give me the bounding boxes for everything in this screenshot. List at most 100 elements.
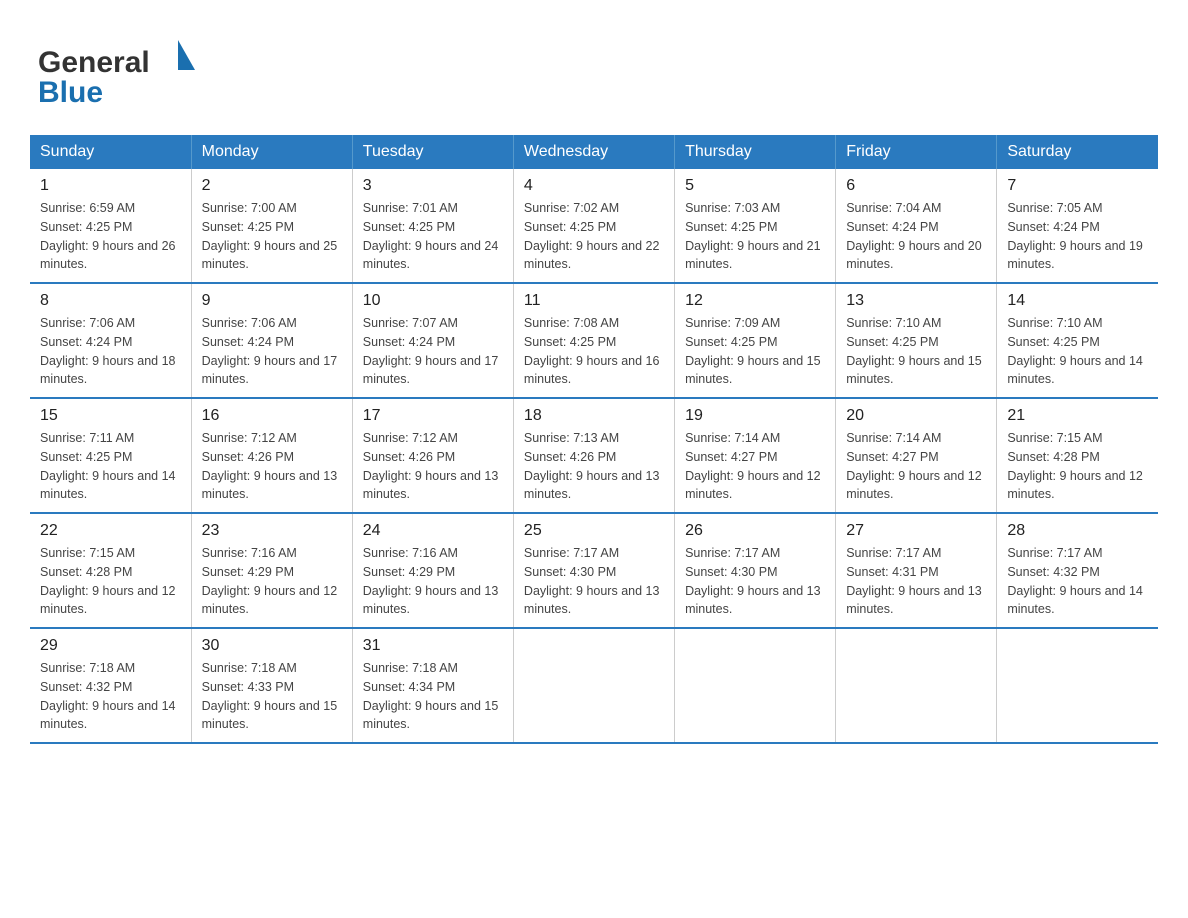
calendar-cell: 5 Sunrise: 7:03 AMSunset: 4:25 PMDaylight… <box>675 169 836 283</box>
weekday-header-monday: Monday <box>191 135 352 169</box>
calendar-cell: 28 Sunrise: 7:17 AMSunset: 4:32 PMDayligh… <box>997 513 1158 628</box>
day-number: 13 <box>846 292 986 310</box>
day-number: 14 <box>1007 292 1148 310</box>
calendar-cell <box>836 628 997 743</box>
weekday-header-wednesday: Wednesday <box>513 135 674 169</box>
calendar-cell: 22 Sunrise: 7:15 AMSunset: 4:28 PMDayligh… <box>30 513 191 628</box>
day-info: Sunrise: 7:12 AMSunset: 4:26 PMDaylight:… <box>363 429 503 504</box>
calendar-cell: 13 Sunrise: 7:10 AMSunset: 4:25 PMDayligh… <box>836 283 997 398</box>
page-header: General Blue <box>30 20 1158 115</box>
day-info: Sunrise: 7:06 AMSunset: 4:24 PMDaylight:… <box>40 314 181 389</box>
calendar-cell: 30 Sunrise: 7:18 AMSunset: 4:33 PMDayligh… <box>191 628 352 743</box>
day-number: 12 <box>685 292 825 310</box>
calendar-cell: 9 Sunrise: 7:06 AMSunset: 4:24 PMDaylight… <box>191 283 352 398</box>
calendar-table: SundayMondayTuesdayWednesdayThursdayFrid… <box>30 135 1158 744</box>
calendar-cell: 6 Sunrise: 7:04 AMSunset: 4:24 PMDaylight… <box>836 169 997 283</box>
calendar-cell: 7Sunrise: 7:05 AMSunset: 4:24 PMDaylight… <box>997 169 1158 283</box>
calendar-cell: 3 Sunrise: 7:01 AMSunset: 4:25 PMDaylight… <box>352 169 513 283</box>
day-info: Sunrise: 7:16 AMSunset: 4:29 PMDaylight:… <box>363 544 503 619</box>
day-number: 31 <box>363 637 503 655</box>
day-info: Sunrise: 7:06 AMSunset: 4:24 PMDaylight:… <box>202 314 342 389</box>
svg-text:Blue: Blue <box>38 76 103 109</box>
calendar-cell: 26 Sunrise: 7:17 AMSunset: 4:30 PMDayligh… <box>675 513 836 628</box>
day-number: 4 <box>524 177 664 195</box>
day-number: 9 <box>202 292 342 310</box>
day-info: Sunrise: 7:04 AMSunset: 4:24 PMDaylight:… <box>846 199 986 274</box>
calendar-week-row: 15 Sunrise: 7:11 AMSunset: 4:25 PMDayligh… <box>30 398 1158 513</box>
weekday-header-friday: Friday <box>836 135 997 169</box>
svg-text:General: General <box>38 46 150 79</box>
weekday-header-sunday: Sunday <box>30 135 191 169</box>
calendar-cell: 20Sunrise: 7:14 AMSunset: 4:27 PMDayligh… <box>836 398 997 513</box>
day-number: 25 <box>524 522 664 540</box>
day-info: Sunrise: 7:17 AMSunset: 4:30 PMDaylight:… <box>685 544 825 619</box>
calendar-cell <box>997 628 1158 743</box>
day-number: 29 <box>40 637 181 655</box>
day-number: 3 <box>363 177 503 195</box>
day-number: 6 <box>846 177 986 195</box>
calendar-cell: 12 Sunrise: 7:09 AMSunset: 4:25 PMDayligh… <box>675 283 836 398</box>
day-info: Sunrise: 7:07 AMSunset: 4:24 PMDaylight:… <box>363 314 503 389</box>
calendar-cell: 31 Sunrise: 7:18 AMSunset: 4:34 PMDayligh… <box>352 628 513 743</box>
calendar-cell: 15 Sunrise: 7:11 AMSunset: 4:25 PMDayligh… <box>30 398 191 513</box>
day-number: 1 <box>40 177 181 195</box>
day-number: 26 <box>685 522 825 540</box>
day-info: Sunrise: 7:02 AMSunset: 4:25 PMDaylight:… <box>524 199 664 274</box>
day-number: 7 <box>1007 177 1148 195</box>
calendar-cell: 18 Sunrise: 7:13 AMSunset: 4:26 PMDayligh… <box>513 398 674 513</box>
weekday-header-row: SundayMondayTuesdayWednesdayThursdayFrid… <box>30 135 1158 169</box>
calendar-cell: 19 Sunrise: 7:14 AMSunset: 4:27 PMDayligh… <box>675 398 836 513</box>
calendar-cell: 14 Sunrise: 7:10 AMSunset: 4:25 PMDayligh… <box>997 283 1158 398</box>
day-info: Sunrise: 7:10 AMSunset: 4:25 PMDaylight:… <box>1007 314 1148 389</box>
day-info: Sunrise: 7:01 AMSunset: 4:25 PMDaylight:… <box>363 199 503 274</box>
logo: General Blue <box>30 30 215 115</box>
calendar-cell: 4 Sunrise: 7:02 AMSunset: 4:25 PMDaylight… <box>513 169 674 283</box>
day-info: Sunrise: 7:09 AMSunset: 4:25 PMDaylight:… <box>685 314 825 389</box>
day-number: 19 <box>685 407 825 425</box>
calendar-week-row: 29 Sunrise: 7:18 AMSunset: 4:32 PMDayligh… <box>30 628 1158 743</box>
day-number: 5 <box>685 177 825 195</box>
day-info: Sunrise: 7:15 AMSunset: 4:28 PMDaylight:… <box>40 544 181 619</box>
day-info: Sunrise: 7:12 AMSunset: 4:26 PMDaylight:… <box>202 429 342 504</box>
calendar-cell: 2Sunrise: 7:00 AMSunset: 4:25 PMDaylight… <box>191 169 352 283</box>
calendar-cell: 24 Sunrise: 7:16 AMSunset: 4:29 PMDayligh… <box>352 513 513 628</box>
day-number: 30 <box>202 637 342 655</box>
day-info: Sunrise: 7:16 AMSunset: 4:29 PMDaylight:… <box>202 544 342 619</box>
calendar-cell: 21Sunrise: 7:15 AMSunset: 4:28 PMDayligh… <box>997 398 1158 513</box>
day-number: 23 <box>202 522 342 540</box>
day-number: 28 <box>1007 522 1148 540</box>
day-number: 15 <box>40 407 181 425</box>
day-number: 11 <box>524 292 664 310</box>
day-info: Sunrise: 6:59 AMSunset: 4:25 PMDaylight:… <box>40 199 181 274</box>
day-info: Sunrise: 7:14 AMSunset: 4:27 PMDaylight:… <box>685 429 825 504</box>
day-info: Sunrise: 7:10 AMSunset: 4:25 PMDaylight:… <box>846 314 986 389</box>
day-number: 17 <box>363 407 503 425</box>
calendar-cell: 25 Sunrise: 7:17 AMSunset: 4:30 PMDayligh… <box>513 513 674 628</box>
day-number: 2 <box>202 177 342 195</box>
calendar-cell: 29 Sunrise: 7:18 AMSunset: 4:32 PMDayligh… <box>30 628 191 743</box>
day-number: 21 <box>1007 407 1148 425</box>
day-info: Sunrise: 7:17 AMSunset: 4:31 PMDaylight:… <box>846 544 986 619</box>
calendar-week-row: 22 Sunrise: 7:15 AMSunset: 4:28 PMDayligh… <box>30 513 1158 628</box>
day-info: Sunrise: 7:18 AMSunset: 4:33 PMDaylight:… <box>202 659 342 734</box>
day-info: Sunrise: 7:13 AMSunset: 4:26 PMDaylight:… <box>524 429 664 504</box>
day-info: Sunrise: 7:18 AMSunset: 4:32 PMDaylight:… <box>40 659 181 734</box>
day-info: Sunrise: 7:03 AMSunset: 4:25 PMDaylight:… <box>685 199 825 274</box>
weekday-header-tuesday: Tuesday <box>352 135 513 169</box>
calendar-cell: 16 Sunrise: 7:12 AMSunset: 4:26 PMDayligh… <box>191 398 352 513</box>
calendar-cell: 8 Sunrise: 7:06 AMSunset: 4:24 PMDaylight… <box>30 283 191 398</box>
day-number: 10 <box>363 292 503 310</box>
day-info: Sunrise: 7:14 AMSunset: 4:27 PMDaylight:… <box>846 429 986 504</box>
day-number: 18 <box>524 407 664 425</box>
day-info: Sunrise: 7:17 AMSunset: 4:32 PMDaylight:… <box>1007 544 1148 619</box>
day-number: 8 <box>40 292 181 310</box>
calendar-cell: 23 Sunrise: 7:16 AMSunset: 4:29 PMDayligh… <box>191 513 352 628</box>
day-info: Sunrise: 7:18 AMSunset: 4:34 PMDaylight:… <box>363 659 503 734</box>
day-number: 22 <box>40 522 181 540</box>
day-info: Sunrise: 7:11 AMSunset: 4:25 PMDaylight:… <box>40 429 181 504</box>
calendar-cell <box>675 628 836 743</box>
day-number: 24 <box>363 522 503 540</box>
day-info: Sunrise: 7:17 AMSunset: 4:30 PMDaylight:… <box>524 544 664 619</box>
day-number: 16 <box>202 407 342 425</box>
calendar-cell: 17 Sunrise: 7:12 AMSunset: 4:26 PMDayligh… <box>352 398 513 513</box>
